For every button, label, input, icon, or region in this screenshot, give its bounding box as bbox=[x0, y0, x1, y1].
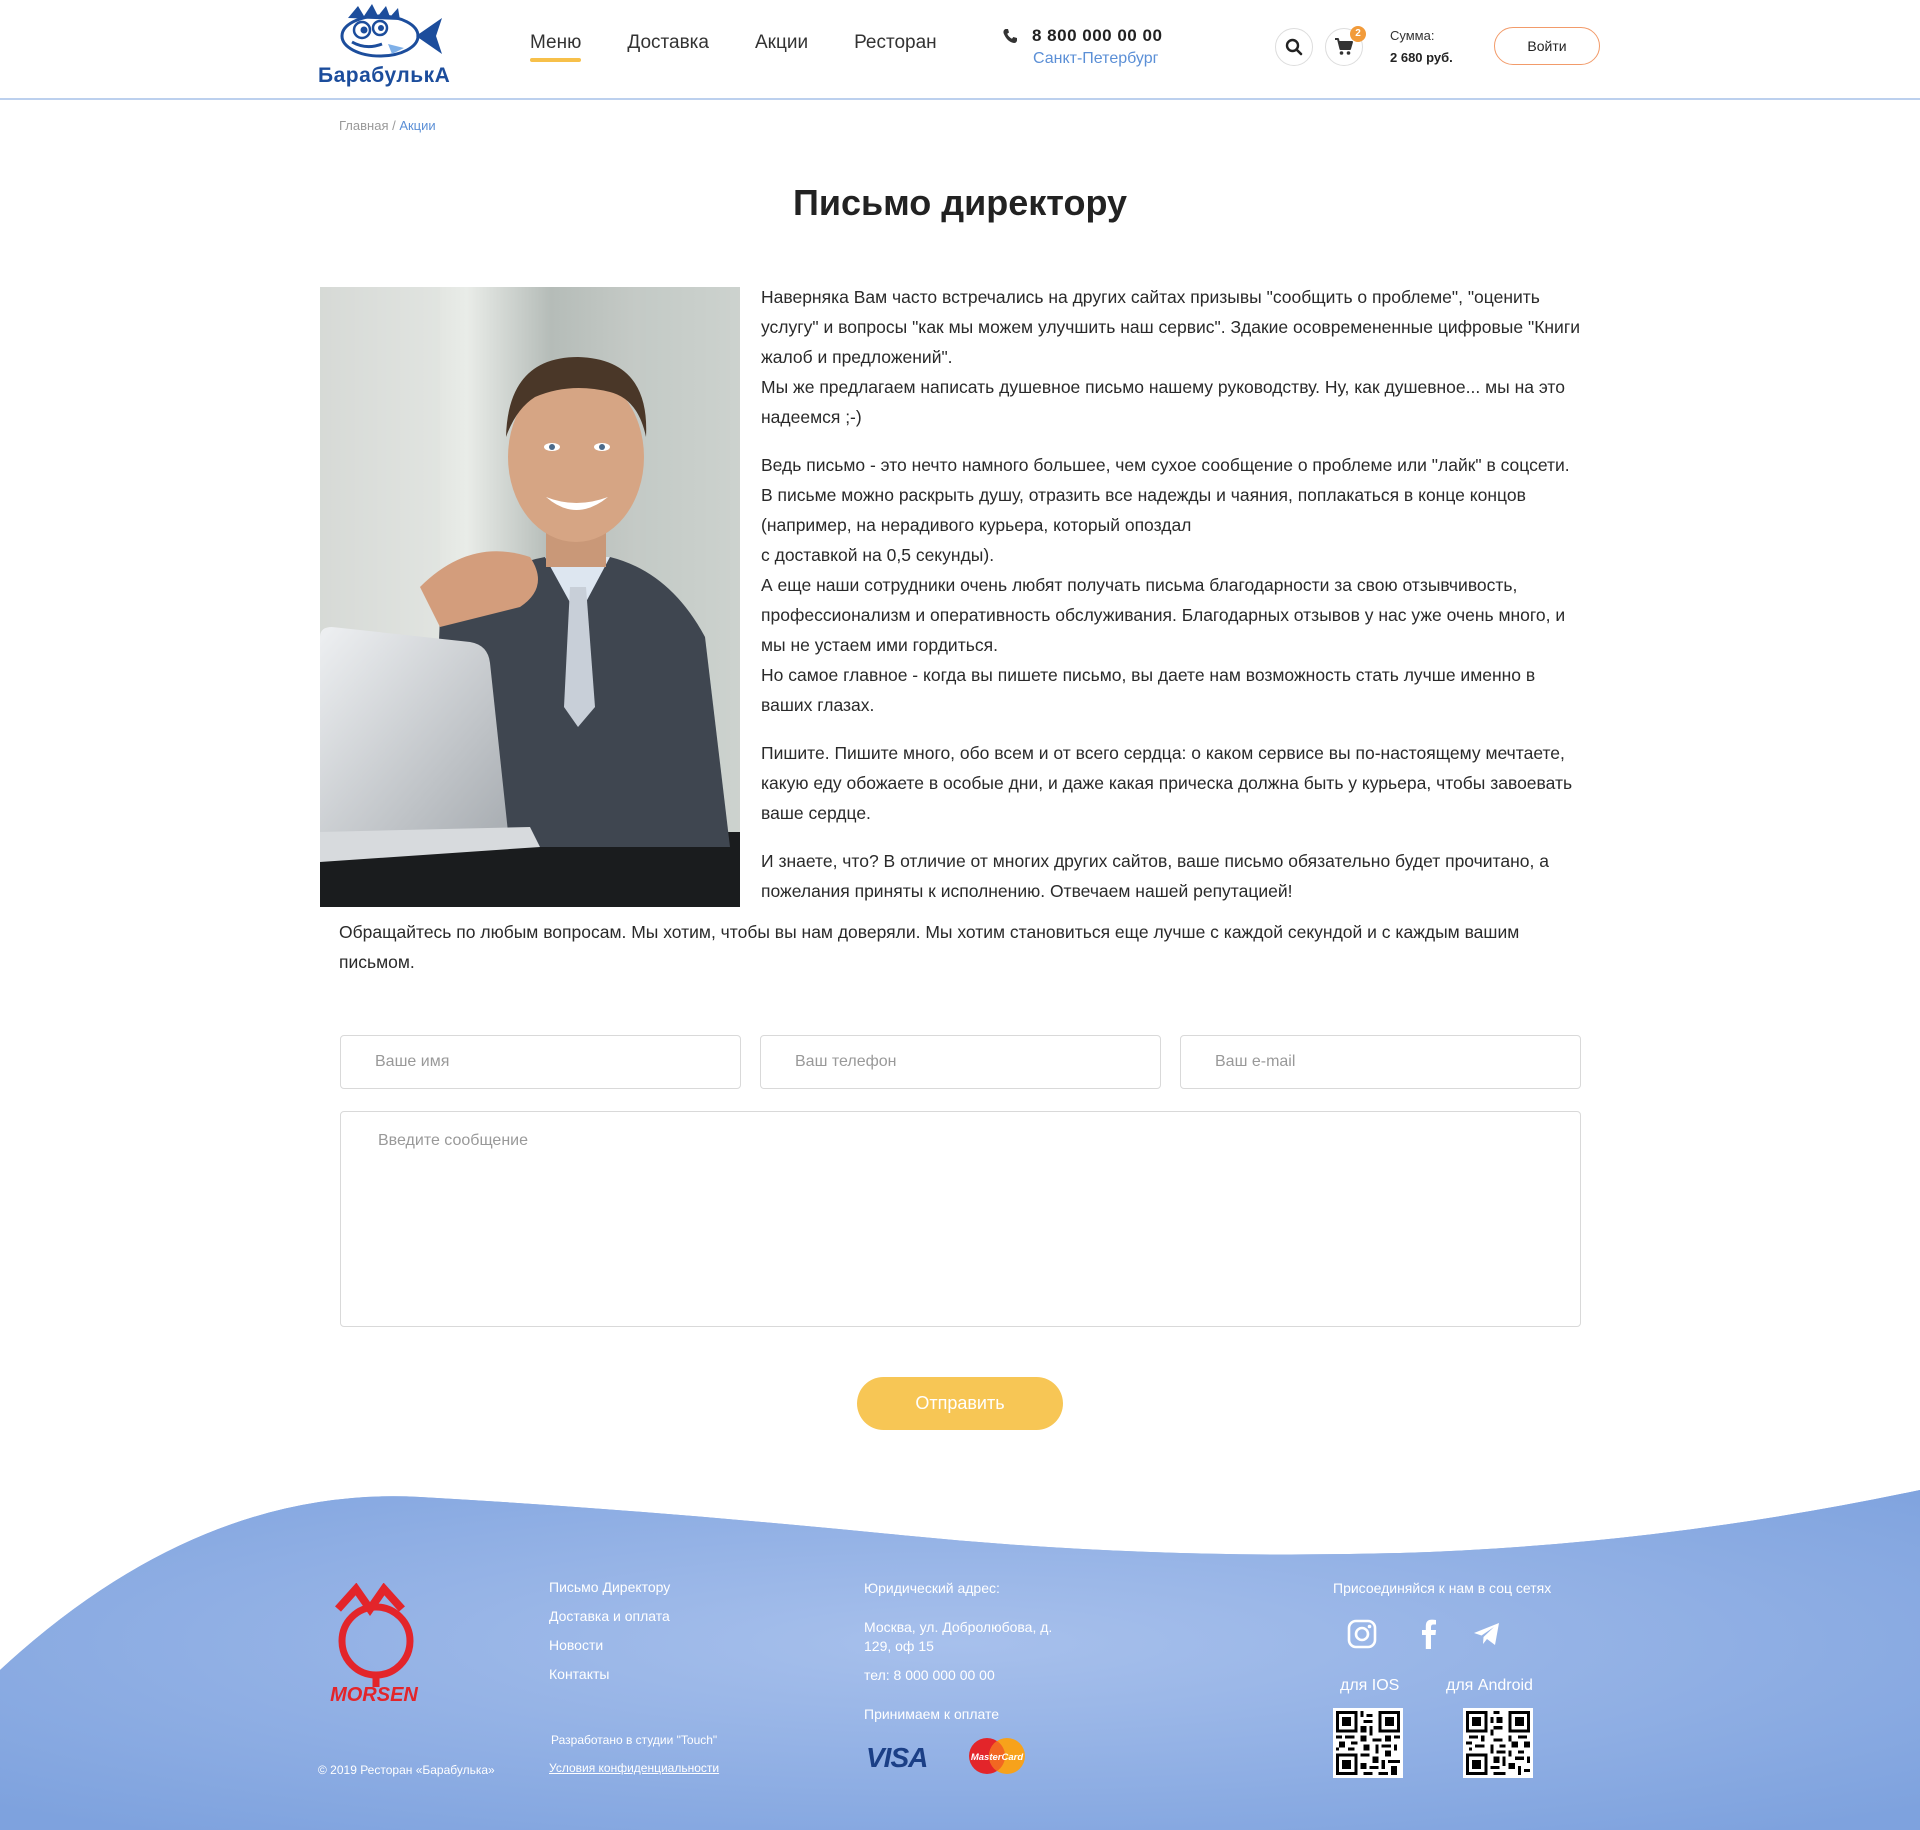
letter-intro-text: Наверняка Вам часто встречались на други… bbox=[761, 282, 1586, 924]
ios-label: для IOS bbox=[1340, 1677, 1400, 1694]
legal-phone: тел: 8 000 000 00 00 bbox=[864, 1667, 995, 1683]
phone-icon bbox=[1003, 29, 1017, 43]
paragraph: А еще наши сотрудники очень любят получа… bbox=[761, 575, 1566, 655]
footer-link-letter[interactable]: Письмо Директору bbox=[549, 1579, 670, 1595]
city-selector[interactable]: Санкт-Петербург bbox=[1033, 50, 1158, 68]
nav-item-restaurant[interactable]: Ресторан bbox=[854, 32, 937, 62]
cart-count-badge: 2 bbox=[1350, 26, 1366, 42]
logo-text: БарабулькА bbox=[318, 64, 451, 87]
cart-sum-value: 2 680 руб. bbox=[1390, 50, 1453, 65]
paragraph: с доставкой на 0,5 секунды). bbox=[761, 545, 995, 565]
site-header: БарабулькА Меню Доставка Акции Ресторан … bbox=[0, 0, 1920, 100]
cart-sum-label: Сумма: bbox=[1390, 28, 1435, 43]
nav-item-delivery[interactable]: Доставка bbox=[627, 32, 709, 62]
paragraph: Но самое главное - когда вы пишете письм… bbox=[761, 665, 1536, 715]
message-textarea[interactable] bbox=[340, 1111, 1581, 1327]
login-button[interactable]: Войти bbox=[1494, 27, 1600, 65]
name-input[interactable] bbox=[340, 1035, 741, 1089]
page-title: Письмо директору bbox=[792, 182, 1127, 223]
footer-links: Письмо Директору Доставка и оплата Новос… bbox=[549, 1579, 670, 1695]
fish-logo-icon bbox=[340, 4, 442, 58]
paragraph: Пишите. Пишите много, обо всем и от всег… bbox=[761, 743, 1573, 823]
morsen-logo: MORSEN bbox=[318, 1582, 430, 1706]
paragraph: И знаете, что? В отличие от многих други… bbox=[761, 851, 1549, 901]
facebook-icon[interactable] bbox=[1412, 1617, 1446, 1651]
paragraph: Наверняка Вам часто встречались на други… bbox=[761, 287, 1580, 367]
instagram-icon[interactable] bbox=[1345, 1617, 1379, 1651]
cart-icon bbox=[1335, 38, 1353, 55]
footer-link-delivery[interactable]: Доставка и оплата bbox=[549, 1608, 670, 1624]
mastercard-text: MasterCard bbox=[971, 1752, 1023, 1763]
qr-code-ios[interactable] bbox=[1333, 1708, 1403, 1778]
mastercard-logo: MasterCard bbox=[969, 1738, 1025, 1774]
studio-credit[interactable]: Разработано в студии "Touch" bbox=[551, 1733, 717, 1747]
privacy-link[interactable]: Условия конфиденциальности bbox=[549, 1761, 719, 1775]
director-photo bbox=[320, 287, 740, 907]
site-logo[interactable]: БарабулькА bbox=[318, 4, 450, 90]
breadcrumb-separator: / bbox=[388, 118, 400, 133]
legal-address: Москва, ул. Добролюбова, д. 129, оф 15 bbox=[864, 1619, 1053, 1654]
phone-input[interactable] bbox=[760, 1035, 1161, 1089]
submit-button[interactable]: Отправить bbox=[857, 1377, 1063, 1430]
payment-title: Принимаем к оплате bbox=[864, 1706, 1000, 1722]
paragraph: Мы же предлагаем написать душевное письм… bbox=[761, 377, 1565, 427]
social-title: Присоединяйся к нам в соц сетях bbox=[1333, 1580, 1552, 1596]
breadcrumb-home[interactable]: Главная bbox=[339, 118, 388, 133]
visa-logo: VISA bbox=[866, 1742, 928, 1773]
paragraph: Ведь письмо - это нечто намного большее,… bbox=[761, 455, 1570, 535]
footer-background bbox=[0, 1490, 1920, 1830]
nav-item-menu[interactable]: Меню bbox=[530, 32, 582, 62]
qr-code-android[interactable] bbox=[1463, 1708, 1533, 1778]
copyright: © 2019 Ресторан «Барабулька» bbox=[318, 1763, 495, 1777]
legal-address-title: Юридический адрес: bbox=[864, 1580, 1000, 1596]
footer-link-contacts[interactable]: Контакты bbox=[549, 1666, 670, 1682]
android-label: для Android bbox=[1446, 1677, 1533, 1694]
main-nav: Меню Доставка Акции Ресторан bbox=[530, 32, 983, 62]
search-button[interactable] bbox=[1275, 28, 1313, 66]
telegram-icon[interactable] bbox=[1470, 1617, 1504, 1651]
breadcrumb-current[interactable]: Акции bbox=[399, 118, 435, 133]
nav-item-promotions[interactable]: Акции bbox=[755, 32, 808, 62]
header-phone[interactable]: 8 800 000 00 00 bbox=[1032, 26, 1162, 46]
morsen-logo-icon: MORSEN bbox=[330, 1582, 418, 1706]
search-icon bbox=[1285, 38, 1303, 56]
cart-button[interactable]: 2 bbox=[1325, 26, 1366, 66]
morsen-logo-text: MORSEN bbox=[330, 1684, 418, 1703]
email-input[interactable] bbox=[1180, 1035, 1581, 1089]
footer-link-news[interactable]: Новости bbox=[549, 1637, 670, 1653]
paragraph-final: Обращайтесь по любым вопросам. Мы хотим,… bbox=[339, 922, 1520, 972]
breadcrumb: Главная / Акции bbox=[339, 118, 436, 133]
